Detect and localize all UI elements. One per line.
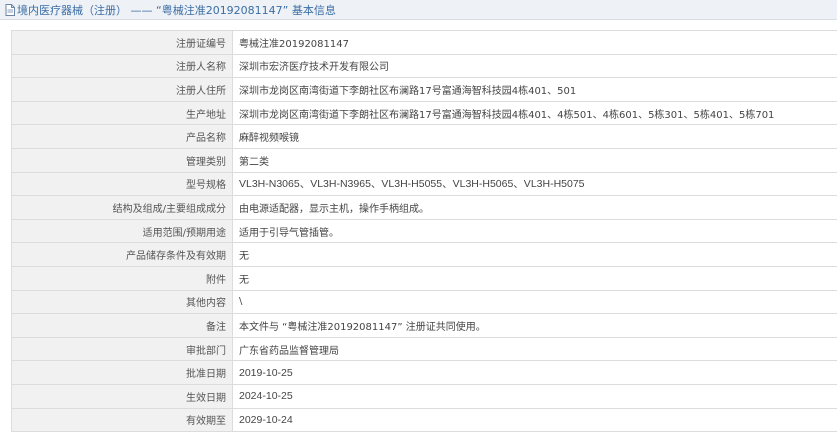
table-row: 管理类别 第二类 (11, 147, 837, 173)
field-label: 产品名称 (11, 124, 233, 149)
table-row: 生产地址 深圳市龙岗区南湾街道下李朗社区布澜路17号富通海智科技园4栋401、4… (11, 100, 837, 126)
table-row: 结构及组成/主要组成成分 由电源适配器，显示主机，操作手柄组成。 (11, 195, 837, 220)
field-value: 2024-10-25 (232, 383, 837, 409)
table-row: 其他内容 \ (11, 289, 837, 315)
field-label: 有效期至 (11, 407, 233, 433)
field-label: 型号规格 (11, 171, 233, 197)
page-title: 境内医疗器械（注册） —— “粤械注准20192081147” 基本信息 (17, 3, 336, 17)
field-value: 第二类 (232, 147, 837, 173)
table-row: 注册人住所 深圳市龙岗区南湾街道下李朗社区布澜路17号富通海智科技园4栋401、… (11, 77, 837, 102)
table-row: 附件 无 (11, 265, 837, 291)
table-row: 注册证编号 粤械注准20192081147 (11, 30, 837, 55)
field-label: 附件 (11, 265, 233, 291)
table-row: 生效日期 2024-10-25 (11, 383, 837, 409)
field-value: 由电源适配器，显示主机，操作手柄组成。 (232, 195, 837, 220)
field-label: 注册人名称 (11, 53, 233, 79)
field-value: 无 (232, 265, 837, 291)
document-icon (4, 3, 15, 16)
table-row: 注册人名称 深圳市宏济医疗技术开发有限公司 (11, 53, 837, 79)
field-label: 注册人住所 (11, 77, 233, 102)
table-row: 型号规格 VL3H-N3065、VL3H-N3965、VL3H-H5055、VL… (11, 171, 837, 197)
field-label: 批准日期 (11, 360, 233, 385)
field-value: 粤械注准20192081147 (232, 30, 837, 55)
field-value: 适用于引导气管插管。 (232, 218, 837, 244)
table-row: 产品储存条件及有效期 无 (11, 242, 837, 267)
table-row: 备注 本文件与 “粤械注准20192081147” 注册证共同使用。 (11, 313, 837, 338)
field-value: 深圳市龙岗区南湾街道下李朗社区布澜路17号富通海智科技园4栋401、4栋501、… (232, 100, 837, 126)
field-label: 管理类别 (11, 147, 233, 173)
field-value: 2019-10-25 (232, 360, 837, 385)
field-label: 产品储存条件及有效期 (11, 242, 233, 267)
page-header: 境内医疗器械（注册） —— “粤械注准20192081147” 基本信息 (0, 0, 837, 20)
field-value: 麻醉视频喉镜 (232, 124, 837, 149)
field-label: 备注 (11, 313, 233, 338)
field-label: 结构及组成/主要组成成分 (11, 195, 233, 220)
field-label: 注册证编号 (11, 30, 233, 55)
table-row: 适用范围/预期用途 适用于引导气管插管。 (11, 218, 837, 244)
field-label: 生效日期 (11, 383, 233, 409)
field-label: 生产地址 (11, 100, 233, 126)
table-row: 审批部门 广东省药品监督管理局 (11, 336, 837, 362)
field-value: 深圳市龙岗区南湾街道下李朗社区布澜路17号富通海智科技园4栋401、501 (232, 77, 837, 102)
field-value: \ (232, 289, 837, 315)
field-value: 无 (232, 242, 837, 267)
table-row: 批准日期 2019-10-25 (11, 360, 837, 385)
field-value: VL3H-N3065、VL3H-N3965、VL3H-H5055、VL3H-H5… (232, 171, 837, 197)
field-value: 深圳市宏济医疗技术开发有限公司 (232, 53, 837, 79)
field-label: 审批部门 (11, 336, 233, 362)
detail-table: 注册证编号 粤械注准20192081147 注册人名称 深圳市宏济医疗技术开发有… (11, 30, 837, 433)
field-value: 广东省药品监督管理局 (232, 336, 837, 362)
field-value: 本文件与 “粤械注准20192081147” 注册证共同使用。 (232, 313, 837, 338)
table-row: 产品名称 麻醉视频喉镜 (11, 124, 837, 149)
table-row: 有效期至 2029-10-24 (11, 407, 837, 433)
field-value: 2029-10-24 (232, 407, 837, 433)
field-label: 适用范围/预期用途 (11, 218, 233, 244)
field-label: 其他内容 (11, 289, 233, 315)
